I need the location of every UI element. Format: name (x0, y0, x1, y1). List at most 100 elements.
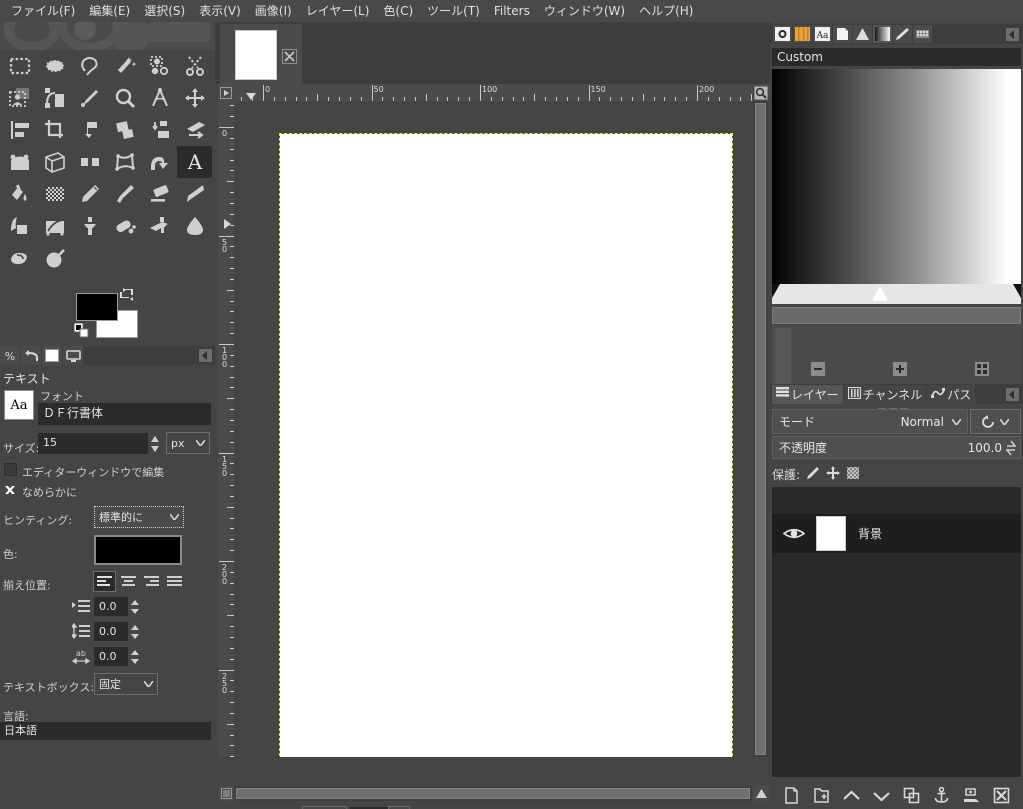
tool-options-icon[interactable]: % (0, 346, 20, 365)
warp-transform-icon[interactable] (142, 146, 177, 178)
menu-edit[interactable]: 編集(E) (82, 1, 137, 21)
paths-tab-icon[interactable] (853, 25, 872, 43)
unit-combo[interactable]: mm (302, 805, 348, 809)
size-unit-combo[interactable]: px (166, 432, 210, 454)
align-icon[interactable] (2, 114, 37, 146)
layer-opacity-row[interactable]: 不透明度 100.0 (772, 436, 1021, 459)
menu-tools[interactable]: ツール(T) (420, 1, 487, 21)
layer-mode-combo[interactable]: モード Normal (772, 409, 968, 434)
navigation-icon[interactable] (753, 786, 769, 801)
gradient-preview[interactable] (772, 69, 1021, 284)
switch-group-icon[interactable] (970, 409, 1021, 434)
tool-presets-icon[interactable] (893, 25, 912, 43)
canvas-horizontal-scrollbar[interactable] (234, 786, 752, 801)
vertical-ruler[interactable]: 0 50 100 150 200 250 (218, 101, 234, 757)
palettes-icon[interactable] (913, 25, 932, 43)
measure-icon[interactable] (142, 82, 177, 114)
lock-position-icon[interactable] (826, 465, 841, 483)
menu-file[interactable]: ファイル(F) (4, 1, 82, 21)
clone-icon[interactable] (72, 210, 107, 242)
gradient-name[interactable]: Custom (772, 48, 1021, 66)
menu-select[interactable]: 選択(S) (137, 1, 192, 21)
gradient-scrollbar[interactable] (772, 307, 1021, 324)
gradient-handle-rail[interactable] (772, 284, 1021, 304)
canvas-page[interactable] (280, 134, 732, 757)
pencil-icon[interactable] (72, 178, 107, 210)
handle-transform-icon[interactable] (2, 146, 37, 178)
crop-icon[interactable] (37, 114, 72, 146)
zoom-in-icon[interactable] (893, 362, 907, 376)
scale-icon[interactable] (107, 114, 142, 146)
undo-history-icon[interactable] (21, 346, 41, 365)
letter-spacing-input[interactable]: 0.0 (94, 647, 128, 666)
use-editor-checkbox[interactable] (4, 463, 17, 476)
align-center-icon[interactable] (117, 571, 140, 592)
zoom-out-icon[interactable] (811, 362, 825, 376)
brushes-icon[interactable] (773, 25, 792, 43)
documents-icon[interactable] (833, 25, 852, 43)
gradient-left-end[interactable] (772, 284, 780, 304)
align-left-icon[interactable] (93, 571, 116, 592)
foreground-color-swatch[interactable] (76, 293, 118, 321)
device-status-icon[interactable] (63, 346, 83, 365)
smudge-icon[interactable] (2, 242, 37, 274)
font-preview-button[interactable]: Aa (4, 390, 34, 420)
dock-menu-icon[interactable] (199, 349, 212, 362)
delete-layer-icon[interactable] (991, 786, 1013, 806)
fonts-icon[interactable]: Aa (813, 25, 832, 43)
menu-filters[interactable]: Filters (487, 1, 537, 21)
menu-image[interactable]: 画像(I) (248, 1, 299, 21)
unified-transform-icon[interactable] (37, 146, 72, 178)
patterns-icon[interactable] (793, 25, 812, 43)
size-stepper[interactable] (148, 433, 162, 454)
gradient-midpoint-handle[interactable] (872, 286, 888, 301)
anchor-layer-icon[interactable] (931, 786, 953, 806)
zoom-image-icon[interactable] (752, 84, 769, 101)
horizontal-ruler[interactable]: 0 50 100 150 200 (234, 84, 752, 101)
reset-colors-icon[interactable] (73, 322, 89, 338)
gradient-icon[interactable] (37, 178, 72, 210)
size-input[interactable]: 15 (38, 433, 148, 454)
raise-layer-icon[interactable] (840, 786, 862, 806)
zoom-fit-icon[interactable] (975, 362, 989, 376)
new-layer-icon[interactable] (780, 786, 802, 806)
merge-down-icon[interactable] (961, 786, 983, 806)
fuzzy-select-icon[interactable] (107, 50, 142, 82)
color-picker-icon[interactable] (72, 82, 107, 114)
heal-icon[interactable] (107, 210, 142, 242)
text-icon[interactable]: A (177, 146, 212, 178)
shear-icon[interactable] (142, 114, 177, 146)
colors-icon[interactable] (42, 346, 62, 365)
foreground-select-icon[interactable] (2, 82, 37, 114)
gradient-right-end[interactable] (1013, 284, 1021, 304)
paintbrush-icon[interactable] (107, 178, 142, 210)
dock-menu-icon[interactable] (1006, 388, 1019, 401)
rect-select-icon[interactable] (2, 50, 37, 82)
select-by-color-icon[interactable] (142, 50, 177, 82)
eraser-icon[interactable] (142, 178, 177, 210)
text-color-button[interactable] (94, 535, 182, 565)
layer-name[interactable]: 背景 (858, 525, 882, 542)
letter-spacing-stepper[interactable] (128, 647, 142, 666)
layer-opacity-stepper[interactable] (1004, 440, 1018, 456)
swap-colors-icon[interactable] (120, 287, 136, 303)
menu-windows[interactable]: ウィンドウ(W) (537, 1, 632, 21)
table-row[interactable]: 背景 (772, 514, 1021, 553)
align-fill-icon[interactable] (163, 571, 186, 592)
indent-input[interactable]: 0.0 (94, 597, 128, 616)
lock-pixels-icon[interactable] (806, 466, 820, 483)
flip-icon[interactable] (72, 146, 107, 178)
perspective-icon[interactable] (177, 114, 212, 146)
cage-transform-icon[interactable] (107, 146, 142, 178)
antialias-checkbox[interactable] (3, 483, 17, 500)
image-tab[interactable] (220, 24, 302, 84)
vertical-scroll-thumb[interactable] (755, 103, 766, 755)
new-layer-group-icon[interactable] (810, 786, 832, 806)
close-icon[interactable] (282, 49, 297, 64)
layer-visibility-icon[interactable] (772, 526, 816, 541)
ellipse-select-icon[interactable] (37, 50, 72, 82)
menu-view[interactable]: 表示(V) (192, 1, 248, 21)
lock-alpha-icon[interactable] (846, 466, 860, 483)
tab-paths[interactable]: パス (927, 384, 976, 404)
blur-sharpen-icon[interactable] (177, 210, 212, 242)
